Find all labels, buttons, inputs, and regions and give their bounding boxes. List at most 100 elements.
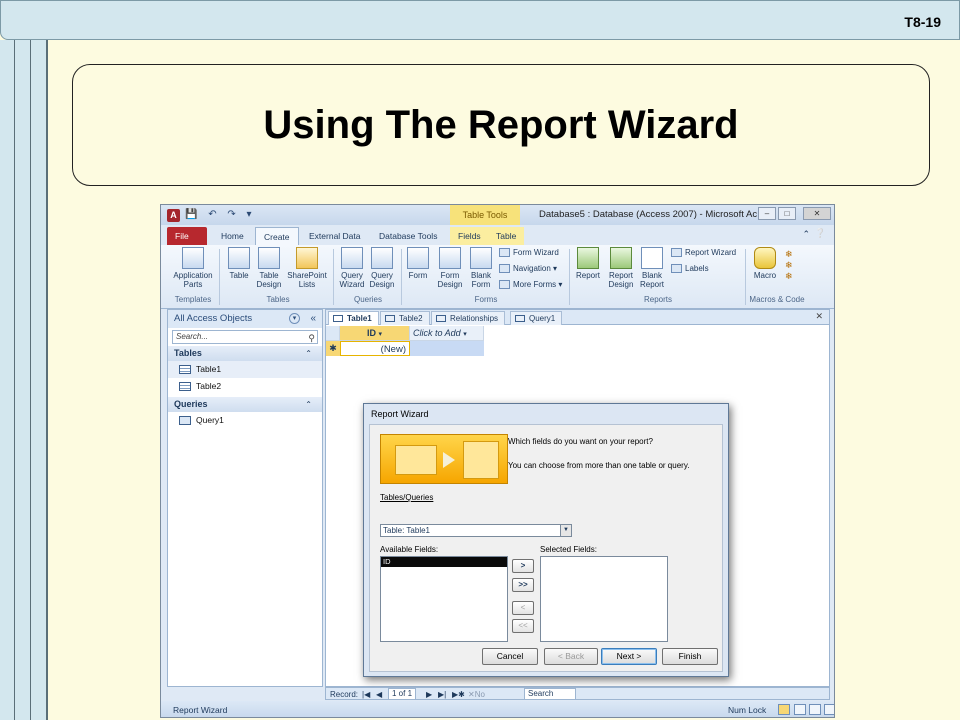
table-design-icon [258, 247, 280, 269]
query-icon [515, 315, 525, 322]
report-wizard-button[interactable]: Report Wizard [671, 248, 736, 258]
wizard-body: Which fields do you want on your report?… [369, 424, 723, 672]
navigation-dropdown[interactable]: Navigation ▾ [499, 264, 557, 274]
nav-item-table2[interactable]: Table2 [168, 378, 322, 395]
quick-access-toolbar[interactable]: 💾 ↶ ↷ ▾ [185, 209, 256, 220]
wizard-hint: You can choose from more than one table … [508, 461, 690, 470]
doc-tab-table1[interactable]: Table1 [328, 311, 379, 325]
table-button[interactable]: Table [225, 247, 253, 280]
group-label-reports: Reports [643, 295, 672, 304]
close-document-icon[interactable]: ✕ [815, 311, 823, 322]
table-icon [179, 382, 191, 391]
available-field-item[interactable]: ID [381, 557, 507, 567]
nav-dropdown-icon[interactable]: ▾ [289, 313, 300, 324]
table-tools-context-label: Table Tools [450, 205, 520, 225]
nav-item-table1[interactable]: Table1 [168, 361, 322, 378]
query-design-button[interactable]: Query Design [367, 247, 397, 289]
tab-home[interactable]: Home [213, 227, 252, 245]
access-window: A 💾 ↶ ↷ ▾ Table Tools Database5 : Databa… [160, 204, 835, 718]
new-record-add-cell[interactable] [410, 341, 484, 356]
macro-button[interactable]: Macro [751, 247, 779, 280]
column-header-click-to-add[interactable]: Click to Add ▾ [410, 326, 484, 341]
tab-create[interactable]: Create [255, 227, 299, 245]
nav-item-query1[interactable]: Query1 [168, 412, 322, 429]
new-record-selector-icon[interactable]: ✱ [326, 341, 340, 356]
application-parts-button[interactable]: Application Parts [169, 247, 217, 289]
labels-button[interactable]: Labels [671, 264, 709, 274]
remove-field-button[interactable]: < [512, 601, 534, 615]
nav-section-queries[interactable]: Queries ⌃ [168, 397, 322, 412]
more-forms-dropdown[interactable]: More Forms ▾ [499, 280, 562, 290]
move-field-button[interactable]: > [512, 559, 534, 573]
doc-tab-query1[interactable]: Query1 [510, 311, 563, 325]
available-fields-list[interactable]: ID [380, 556, 508, 642]
group-label-macros-code: Macros & Code [749, 295, 805, 304]
select-all-corner[interactable] [326, 326, 340, 341]
nav-search-input[interactable]: Search... ⚲ [172, 330, 318, 344]
pivot-chart-view-icon[interactable] [809, 704, 821, 715]
doc-tab-relationships[interactable]: Relationships [431, 311, 506, 325]
new-record-icon[interactable]: ▶✱ [452, 688, 465, 701]
nav-pane-header[interactable]: All Access Objects ▾ « [168, 310, 322, 328]
query-design-icon [371, 247, 393, 269]
collapse-pane-icon[interactable]: « [310, 310, 316, 328]
remove-all-fields-button[interactable]: << [512, 619, 534, 633]
pivot-table-view-icon[interactable] [794, 704, 806, 715]
form-wizard-button[interactable]: Form Wizard [499, 248, 559, 258]
query-icon [179, 416, 191, 425]
tab-database-tools[interactable]: Database Tools [371, 227, 445, 245]
slide-number: T8-19 [904, 14, 941, 30]
group-label-queries: Queries [353, 295, 382, 304]
tab-fields[interactable]: Fields [450, 227, 489, 245]
next-button[interactable]: Next > [601, 648, 657, 665]
close-window-icon[interactable]: ✕ [803, 207, 831, 220]
access-app-icon[interactable]: A [167, 209, 180, 222]
finish-button[interactable]: Finish [662, 648, 718, 665]
move-all-fields-button[interactable]: >> [512, 578, 534, 592]
report-design-button[interactable]: Report Design [605, 247, 637, 289]
dropdown-arrow-icon[interactable]: ▼ [560, 525, 571, 536]
labels-icon [671, 264, 682, 274]
next-record-icon[interactable]: ▶ [426, 688, 432, 701]
help-icon[interactable]: ❔ [815, 228, 826, 239]
slide-title: Using The Report Wizard [263, 102, 739, 147]
no-filter-indicator[interactable]: ✕ No Filter [468, 688, 492, 712]
minimize-ribbon-icon[interactable]: ⌃ [802, 229, 810, 240]
blank-form-icon [470, 247, 492, 269]
record-search-input[interactable]: Search [524, 688, 576, 700]
nav-section-tables[interactable]: Tables ⌃ [168, 346, 322, 361]
tab-file[interactable]: File [167, 227, 207, 245]
status-text: Report Wizard [173, 705, 228, 715]
restore-icon[interactable]: □ [778, 207, 796, 220]
report-button[interactable]: Report [573, 247, 603, 280]
status-bar: Report Wizard Num Lock [161, 701, 834, 717]
table-icon [333, 315, 343, 322]
tables-queries-label: Tables/Queries [380, 493, 434, 502]
table-design-button[interactable]: Table Design [255, 247, 283, 289]
selected-fields-list[interactable] [540, 556, 668, 642]
cancel-button[interactable]: Cancel [482, 648, 538, 665]
doc-tab-table2[interactable]: Table2 [380, 311, 430, 325]
blank-report-button[interactable]: Blank Report [637, 247, 667, 289]
last-record-icon[interactable]: ▶| [438, 688, 446, 701]
current-record-field[interactable]: 1 of 1 [388, 688, 417, 700]
minimize-icon[interactable]: – [758, 207, 776, 220]
previous-record-icon[interactable]: ◀ [376, 688, 382, 701]
code-module-icons[interactable]: ❄ ❄ ❄ [785, 249, 793, 282]
datasheet-view-icon[interactable] [778, 704, 790, 715]
column-header-id[interactable]: ID ▾ [340, 326, 410, 341]
search-icon[interactable]: ⚲ [308, 332, 315, 344]
form-design-button[interactable]: Form Design [435, 247, 465, 289]
tab-table[interactable]: Table [488, 227, 525, 245]
back-button[interactable]: < Back [544, 648, 598, 665]
sharepoint-lists-button[interactable]: SharePoint Lists [285, 247, 329, 289]
first-record-icon[interactable]: |◀ [362, 688, 370, 701]
design-view-icon[interactable] [824, 704, 834, 715]
blank-form-button[interactable]: Blank Form [467, 247, 495, 289]
report-wizard-icon [671, 248, 682, 258]
tables-queries-select[interactable]: Table: Table1 ▼ [380, 524, 572, 537]
form-button[interactable]: Form [405, 247, 431, 280]
tab-external-data[interactable]: External Data [301, 227, 369, 245]
query-wizard-button[interactable]: Query Wizard [337, 247, 367, 289]
new-record-id-cell[interactable]: (New) [340, 341, 410, 356]
